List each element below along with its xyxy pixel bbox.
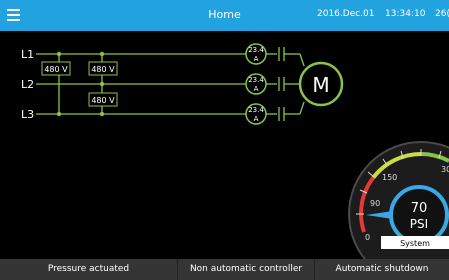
gauge-unit: PSI <box>410 217 428 231</box>
line-label-l1: L1 <box>21 48 34 61</box>
line-label-l2: L2 <box>21 78 34 91</box>
line-label-l3: L3 <box>21 108 34 121</box>
gauge-tick-label: 0 <box>365 233 370 242</box>
voltage-value: 480 V <box>44 65 68 74</box>
gauge-tick-label: 300 <box>441 165 449 174</box>
pressure-actuated-button[interactable]: Pressure actuated <box>0 259 177 280</box>
gauge-tick-label: 90 <box>370 199 380 208</box>
bottom-bar: Pressure actuated Non automatic controll… <box>0 259 449 280</box>
non-automatic-controller-button[interactable]: Non automatic controller <box>178 259 314 280</box>
current-value: 23.4 <box>248 106 264 114</box>
current-value: 23.4 <box>248 46 264 54</box>
gauge-tick-label: 150 <box>382 173 397 182</box>
junction-dot <box>56 111 62 117</box>
voltage-value: 480 V <box>91 96 115 105</box>
gauge-value: 70 <box>411 201 428 216</box>
junction-dot <box>99 51 105 57</box>
junction-dot <box>56 51 62 57</box>
system-mode-label: System <box>400 239 430 248</box>
automatic-shutdown-button[interactable]: Automatic shutdown <box>315 259 449 280</box>
wiring-diagram: L1 L2 L3 480 V 480 V 480 V 23.4 A 23.4 A… <box>21 43 449 280</box>
voltage-value: 480 V <box>91 65 115 74</box>
junction-dot <box>99 81 105 87</box>
motor-label: M <box>312 73 329 97</box>
current-unit: A <box>254 85 259 93</box>
current-unit: A <box>254 55 259 63</box>
current-unit: A <box>254 115 259 123</box>
junction-dot <box>99 111 105 117</box>
current-value: 23.4 <box>248 76 264 84</box>
